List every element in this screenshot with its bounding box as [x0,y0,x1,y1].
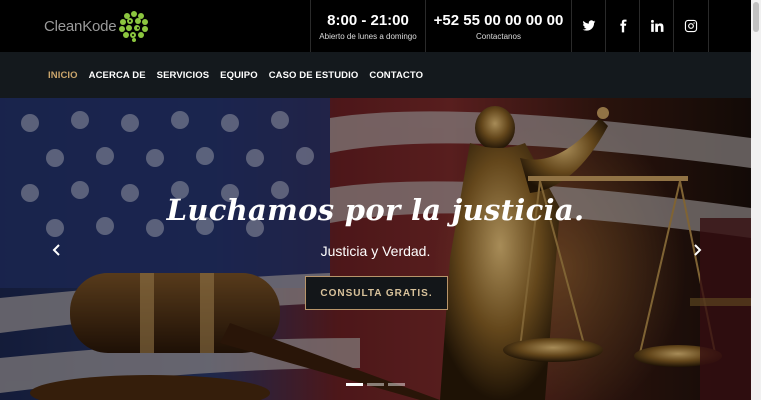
nav-menu: INICIO ACERCA DE SERVICIOS EQUIPO CASO D… [48,52,434,98]
instagram-link[interactable] [673,0,709,52]
slider-pagination [346,383,409,386]
nav-item-acerca-de[interactable]: ACERCA DE [89,70,146,81]
contact-phone[interactable]: +52 55 00 00 00 00 Contactanos [425,0,571,52]
logo-mark-icon [119,11,149,42]
top-bar: CleanKode 8:00 - 21:00 Abierto de lunes … [0,0,751,52]
brand-name: CleanKode [44,17,117,35]
brand-logo[interactable]: CleanKode [44,10,151,42]
facebook-link[interactable] [605,0,639,52]
hours-value: 8:00 - 21:00 [327,12,409,29]
slider-next-button[interactable] [690,241,704,259]
hours-caption: Abierto de lunes a domingo [319,32,417,41]
nav-item-inicio[interactable]: INICIO [48,70,78,81]
scrollbar-thumb[interactable] [753,2,759,32]
nav-item-contacto[interactable]: CONTACTO [369,70,423,81]
phone-caption: Contactanos [476,32,521,41]
linkedin-link[interactable] [639,0,673,52]
hero-title: Luchamos por la justicia. [166,193,585,227]
phone-value[interactable]: +52 55 00 00 00 00 [426,12,571,29]
nav-item-caso-de-estudio[interactable]: CASO DE ESTUDIO [269,70,359,81]
twitter-icon [582,20,595,31]
chevron-left-icon [52,244,60,256]
instagram-icon [684,19,698,33]
page-scrollbar[interactable] [751,0,761,400]
free-consultation-button[interactable]: CONSULTA GRATIS. [305,276,448,310]
opening-hours: 8:00 - 21:00 Abierto de lunes a domingo [310,0,425,52]
nav-item-equipo[interactable]: EQUIPO [220,70,258,81]
facebook-icon [619,19,626,33]
hero-slider: Luchamos por la justicia. Justicia y Ver… [0,98,751,400]
nav-item-servicios[interactable]: SERVICIOS [157,70,209,81]
main-navigation: INICIO ACERCA DE SERVICIOS EQUIPO CASO D… [0,52,751,98]
slider-prev-button[interactable] [50,241,64,259]
linkedin-icon [650,19,663,32]
slider-dot-1[interactable] [346,383,363,386]
chevron-right-icon [694,244,702,256]
twitter-link[interactable] [571,0,605,52]
slider-dot-3[interactable] [388,383,405,386]
hero-subtitle: Justicia y Verdad. [320,243,431,259]
slider-dot-2[interactable] [367,383,384,386]
